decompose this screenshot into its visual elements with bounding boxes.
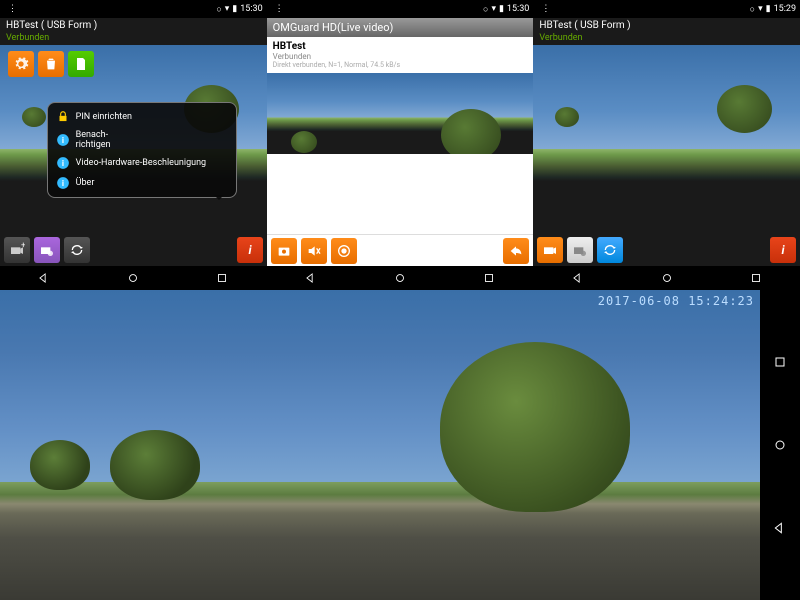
- screenshot-3: ⋮ ○▾▮ 15:29 HBTest ( USB Form ) Verbunde…: [533, 0, 800, 290]
- android-navbar: [533, 266, 800, 290]
- nav-home[interactable]: [772, 437, 788, 453]
- menu-hw-label: Video-Hardware-Beschleunigung: [76, 158, 206, 168]
- svg-text:i: i: [62, 135, 64, 145]
- timestamp-overlay: 2017-06-08 15:24:23: [598, 294, 754, 308]
- toolbar: + i: [0, 234, 267, 266]
- screenshot-1: ⋮ ○ ▾ ▮ 15:30 HBTest ( USB Form ) Verbun…: [0, 0, 267, 290]
- nav-home[interactable]: [393, 271, 407, 285]
- clock: 15:30: [507, 4, 529, 14]
- menu-pin[interactable]: PIN einrichten: [50, 107, 234, 127]
- svg-text:+: +: [21, 242, 25, 249]
- camera-add-button[interactable]: [537, 237, 563, 263]
- nav-home[interactable]: [660, 271, 674, 285]
- connection-label: Verbunden: [273, 52, 528, 61]
- nav-back[interactable]: [304, 271, 318, 285]
- menu-about-label: Über: [76, 178, 95, 188]
- svg-text:i: i: [62, 158, 64, 168]
- live-view[interactable]: [533, 45, 800, 234]
- camera-meta: HBTest Verbunden Direkt verbunden, N=1, …: [267, 37, 534, 73]
- clock: 15:30: [240, 4, 262, 14]
- mute-button[interactable]: [301, 238, 327, 264]
- nav-back[interactable]: [571, 271, 585, 285]
- refresh-button[interactable]: [64, 237, 90, 263]
- back-button[interactable]: [503, 238, 529, 264]
- camera-title: HBTest ( USB Form ): [0, 18, 267, 33]
- toolbar: [267, 234, 534, 266]
- battery-icon: ▮: [232, 4, 237, 14]
- camera-settings-button[interactable]: [34, 237, 60, 263]
- camera-add-button[interactable]: +: [4, 237, 30, 263]
- menu-about[interactable]: i Über: [50, 173, 234, 193]
- connection-status: Verbunden: [533, 33, 800, 45]
- info-button[interactable]: i: [237, 237, 263, 263]
- bt-icon: ○: [216, 4, 221, 15]
- svg-text:i: i: [248, 243, 252, 257]
- menu-pin-label: PIN einrichten: [76, 112, 132, 122]
- menu-notify-label: Benach- richtigen: [76, 130, 111, 150]
- toolbar: i: [533, 234, 800, 266]
- signal-icon: ▾: [225, 4, 230, 14]
- live-view-fullscreen[interactable]: 2017-06-08 15:24:23: [0, 290, 760, 600]
- screenshot-2: ⋮ ○▾▮ 15:30 OMGuard HD(Live video) HBTes…: [267, 0, 534, 290]
- nav-recent[interactable]: [749, 271, 763, 285]
- android-navbar: [0, 266, 267, 290]
- snapshot-button[interactable]: [271, 238, 297, 264]
- camera-settings-button[interactable]: [567, 237, 593, 263]
- live-view[interactable]: PIN einrichten i Benach- richtigen i Vid…: [0, 45, 267, 234]
- menu-hw-accel[interactable]: i Video-Hardware-Beschleunigung: [50, 153, 234, 173]
- live-preview[interactable]: [267, 73, 534, 154]
- nav-home[interactable]: [126, 271, 140, 285]
- info-button[interactable]: i: [770, 237, 796, 263]
- android-navbar-landscape: [760, 290, 800, 600]
- svg-text:i: i: [62, 178, 64, 188]
- clock: 15:29: [774, 4, 796, 14]
- camera-name: HBTest: [273, 41, 528, 52]
- connection-detail: Direkt verbunden, N=1, Normal, 74.5 kB/s: [273, 61, 528, 69]
- android-navbar: [267, 266, 534, 290]
- status-bar: ⋮ ○ ▾ ▮ 15:30: [0, 0, 267, 18]
- document-button[interactable]: [68, 51, 94, 77]
- nav-recent[interactable]: [772, 354, 788, 370]
- app-header: OMGuard HD(Live video): [267, 18, 534, 37]
- context-menu: PIN einrichten i Benach- richtigen i Vid…: [47, 102, 237, 198]
- refresh-button[interactable]: [597, 237, 623, 263]
- record-button[interactable]: [331, 238, 357, 264]
- screenshot-landscape: 2017-06-08 15:24:23: [0, 290, 800, 600]
- nav-back[interactable]: [37, 271, 51, 285]
- connection-status: Verbunden: [0, 33, 267, 45]
- settings-button[interactable]: [8, 51, 34, 77]
- nav-recent[interactable]: [215, 271, 229, 285]
- delete-button[interactable]: [38, 51, 64, 77]
- menu-notifications[interactable]: i Benach- richtigen: [50, 127, 234, 153]
- status-bar: ⋮ ○▾▮ 15:29: [533, 0, 800, 18]
- wifi-icon: ⋮: [8, 4, 17, 14]
- camera-title: HBTest ( USB Form ): [533, 18, 800, 33]
- nav-back[interactable]: [772, 520, 788, 536]
- svg-text:i: i: [781, 243, 785, 257]
- status-bar: ⋮ ○▾▮ 15:30: [267, 0, 534, 18]
- nav-recent[interactable]: [482, 271, 496, 285]
